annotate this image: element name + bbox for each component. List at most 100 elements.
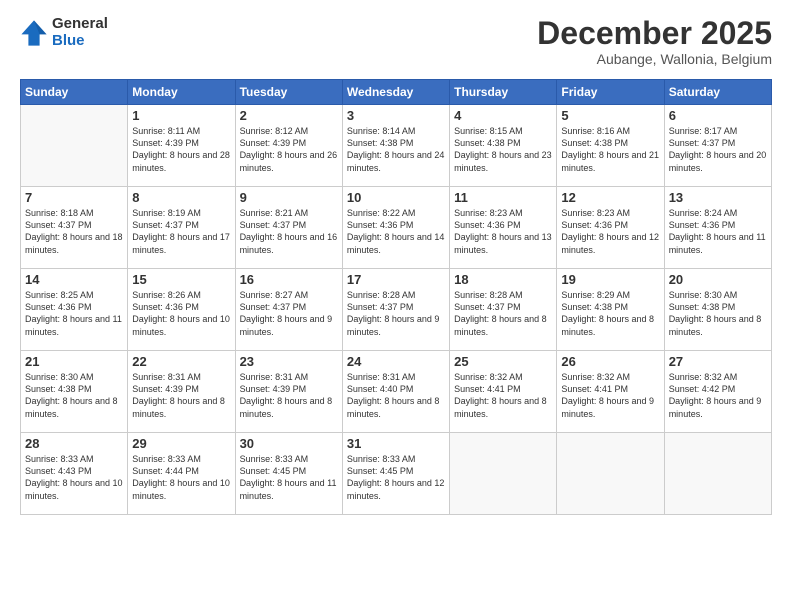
day-info: Sunrise: 8:11 AM Sunset: 4:39 PM Dayligh…	[132, 125, 230, 174]
day-number: 11	[454, 190, 552, 205]
calendar-cell: 24Sunrise: 8:31 AM Sunset: 4:40 PM Dayli…	[342, 351, 449, 433]
week-row-1: 1 Sunrise: 8:11 AM Sunset: 4:39 PM Daylig…	[21, 105, 772, 187]
calendar-cell: 16Sunrise: 8:27 AM Sunset: 4:37 PM Dayli…	[235, 269, 342, 351]
month-title: December 2025	[537, 16, 772, 51]
calendar-cell: 4 Sunrise: 8:15 AM Sunset: 4:38 PM Daylig…	[450, 105, 557, 187]
day-info: Sunrise: 8:30 AM Sunset: 4:38 PM Dayligh…	[669, 289, 767, 338]
day-info: Sunrise: 8:33 AM Sunset: 4:43 PM Dayligh…	[25, 453, 123, 502]
day-number: 23	[240, 354, 338, 369]
calendar-cell: 20Sunrise: 8:30 AM Sunset: 4:38 PM Dayli…	[664, 269, 771, 351]
day-number: 9	[240, 190, 338, 205]
day-number: 27	[669, 354, 767, 369]
day-number: 30	[240, 436, 338, 451]
day-info: Sunrise: 8:25 AM Sunset: 4:36 PM Dayligh…	[25, 289, 123, 338]
title-block: December 2025 Aubange, Wallonia, Belgium	[537, 16, 772, 67]
day-info: Sunrise: 8:17 AM Sunset: 4:37 PM Dayligh…	[669, 125, 767, 174]
day-info: Sunrise: 8:24 AM Sunset: 4:36 PM Dayligh…	[669, 207, 767, 256]
logo-icon	[20, 19, 48, 47]
day-info: Sunrise: 8:33 AM Sunset: 4:45 PM Dayligh…	[240, 453, 338, 502]
day-number: 25	[454, 354, 552, 369]
weekday-header-friday: Friday	[557, 80, 664, 105]
day-number: 5	[561, 108, 659, 123]
week-row-2: 7Sunrise: 8:18 AM Sunset: 4:37 PM Daylig…	[21, 187, 772, 269]
day-info: Sunrise: 8:22 AM Sunset: 4:36 PM Dayligh…	[347, 207, 445, 256]
day-info: Sunrise: 8:32 AM Sunset: 4:42 PM Dayligh…	[669, 371, 767, 420]
day-info: Sunrise: 8:12 AM Sunset: 4:39 PM Dayligh…	[240, 125, 338, 174]
calendar-cell: 2 Sunrise: 8:12 AM Sunset: 4:39 PM Daylig…	[235, 105, 342, 187]
day-number: 17	[347, 272, 445, 287]
logo-text: General Blue	[52, 16, 108, 49]
week-row-3: 14 Sunrise: 8:25 AM Sunset: 4:36 PM Dayli…	[21, 269, 772, 351]
day-info: Sunrise: 8:28 AM Sunset: 4:37 PM Dayligh…	[454, 289, 552, 338]
day-number: 4	[454, 108, 552, 123]
calendar-cell: 25 Sunrise: 8:32 AM Sunset: 4:41 PM Dayli…	[450, 351, 557, 433]
calendar-cell: 7Sunrise: 8:18 AM Sunset: 4:37 PM Daylig…	[21, 187, 128, 269]
day-number: 18	[454, 272, 552, 287]
day-info: Sunrise: 8:26 AM Sunset: 4:36 PM Dayligh…	[132, 289, 230, 338]
header: General Blue December 2025 Aubange, Wall…	[20, 16, 772, 67]
day-number: 12	[561, 190, 659, 205]
day-info: Sunrise: 8:29 AM Sunset: 4:38 PM Dayligh…	[561, 289, 659, 338]
calendar-cell: 22 Sunrise: 8:31 AM Sunset: 4:39 PM Dayli…	[128, 351, 235, 433]
calendar-cell: 8Sunrise: 8:19 AM Sunset: 4:37 PM Daylig…	[128, 187, 235, 269]
day-number: 10	[347, 190, 445, 205]
calendar-cell: 1 Sunrise: 8:11 AM Sunset: 4:39 PM Daylig…	[128, 105, 235, 187]
day-number: 15	[132, 272, 230, 287]
day-info: Sunrise: 8:21 AM Sunset: 4:37 PM Dayligh…	[240, 207, 338, 256]
day-number: 2	[240, 108, 338, 123]
day-number: 7	[25, 190, 123, 205]
day-info: Sunrise: 8:31 AM Sunset: 4:39 PM Dayligh…	[240, 371, 338, 420]
calendar-cell: 28 Sunrise: 8:33 AM Sunset: 4:43 PM Dayli…	[21, 433, 128, 515]
calendar-cell: 19 Sunrise: 8:29 AM Sunset: 4:38 PM Dayli…	[557, 269, 664, 351]
day-info: Sunrise: 8:15 AM Sunset: 4:38 PM Dayligh…	[454, 125, 552, 174]
day-number: 1	[132, 108, 230, 123]
day-info: Sunrise: 8:16 AM Sunset: 4:38 PM Dayligh…	[561, 125, 659, 174]
day-number: 22	[132, 354, 230, 369]
calendar-cell: 17 Sunrise: 8:28 AM Sunset: 4:37 PM Dayli…	[342, 269, 449, 351]
weekday-header-tuesday: Tuesday	[235, 80, 342, 105]
day-info: Sunrise: 8:19 AM Sunset: 4:37 PM Dayligh…	[132, 207, 230, 256]
day-number: 28	[25, 436, 123, 451]
day-info: Sunrise: 8:23 AM Sunset: 4:36 PM Dayligh…	[454, 207, 552, 256]
day-number: 29	[132, 436, 230, 451]
calendar-cell	[450, 433, 557, 515]
weekday-header-wednesday: Wednesday	[342, 80, 449, 105]
day-number: 26	[561, 354, 659, 369]
calendar-cell: 27 Sunrise: 8:32 AM Sunset: 4:42 PM Dayli…	[664, 351, 771, 433]
calendar-cell: 3 Sunrise: 8:14 AM Sunset: 4:38 PM Daylig…	[342, 105, 449, 187]
day-info: Sunrise: 8:27 AM Sunset: 4:37 PM Dayligh…	[240, 289, 338, 338]
day-number: 14	[25, 272, 123, 287]
day-info: Sunrise: 8:23 AM Sunset: 4:36 PM Dayligh…	[561, 207, 659, 256]
calendar-cell: 9 Sunrise: 8:21 AM Sunset: 4:37 PM Daylig…	[235, 187, 342, 269]
week-row-4: 21Sunrise: 8:30 AM Sunset: 4:38 PM Dayli…	[21, 351, 772, 433]
day-info: Sunrise: 8:31 AM Sunset: 4:39 PM Dayligh…	[132, 371, 230, 420]
calendar-cell: 15 Sunrise: 8:26 AM Sunset: 4:36 PM Dayli…	[128, 269, 235, 351]
day-number: 3	[347, 108, 445, 123]
day-number: 21	[25, 354, 123, 369]
day-info: Sunrise: 8:14 AM Sunset: 4:38 PM Dayligh…	[347, 125, 445, 174]
day-number: 6	[669, 108, 767, 123]
calendar-cell: 26Sunrise: 8:32 AM Sunset: 4:41 PM Dayli…	[557, 351, 664, 433]
day-number: 31	[347, 436, 445, 451]
day-info: Sunrise: 8:32 AM Sunset: 4:41 PM Dayligh…	[454, 371, 552, 420]
calendar-cell: 31Sunrise: 8:33 AM Sunset: 4:45 PM Dayli…	[342, 433, 449, 515]
weekday-header-sunday: Sunday	[21, 80, 128, 105]
calendar-cell: 14 Sunrise: 8:25 AM Sunset: 4:36 PM Dayli…	[21, 269, 128, 351]
calendar-cell: 6 Sunrise: 8:17 AM Sunset: 4:37 PM Daylig…	[664, 105, 771, 187]
day-info: Sunrise: 8:28 AM Sunset: 4:37 PM Dayligh…	[347, 289, 445, 338]
calendar-cell: 29Sunrise: 8:33 AM Sunset: 4:44 PM Dayli…	[128, 433, 235, 515]
day-number: 19	[561, 272, 659, 287]
calendar-cell	[557, 433, 664, 515]
location-subtitle: Aubange, Wallonia, Belgium	[537, 51, 772, 67]
calendar-cell: 13Sunrise: 8:24 AM Sunset: 4:36 PM Dayli…	[664, 187, 771, 269]
calendar-cell: 23 Sunrise: 8:31 AM Sunset: 4:39 PM Dayli…	[235, 351, 342, 433]
weekday-header-monday: Monday	[128, 80, 235, 105]
calendar-table: SundayMondayTuesdayWednesdayThursdayFrid…	[20, 79, 772, 515]
calendar-cell: 5 Sunrise: 8:16 AM Sunset: 4:38 PM Daylig…	[557, 105, 664, 187]
calendar-cell: 21Sunrise: 8:30 AM Sunset: 4:38 PM Dayli…	[21, 351, 128, 433]
calendar-cell: 12 Sunrise: 8:23 AM Sunset: 4:36 PM Dayli…	[557, 187, 664, 269]
calendar-cell: 30 Sunrise: 8:33 AM Sunset: 4:45 PM Dayli…	[235, 433, 342, 515]
calendar-cell	[664, 433, 771, 515]
week-row-5: 28 Sunrise: 8:33 AM Sunset: 4:43 PM Dayli…	[21, 433, 772, 515]
logo-general-label: General	[52, 16, 108, 33]
